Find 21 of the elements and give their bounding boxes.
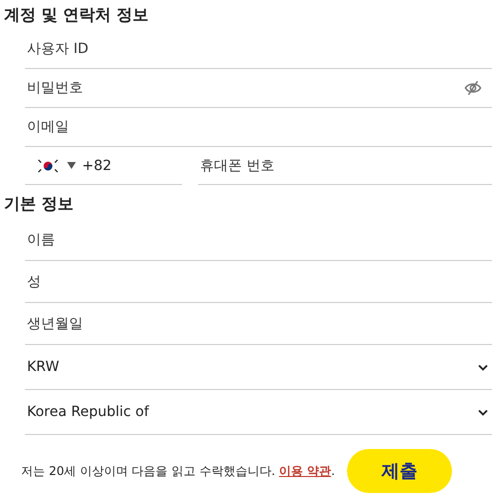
select-field[interactable]: Korea Republic of bbox=[25, 390, 492, 435]
select-field[interactable]: KRW bbox=[25, 345, 492, 390]
section-heading: 계정 및 연락처 정보 bbox=[4, 4, 150, 26]
flag-icon bbox=[35, 156, 61, 174]
section-heading: 기본 정보 bbox=[4, 193, 75, 215]
input-field[interactable]: 이메일 bbox=[25, 112, 492, 142]
terms-link[interactable]: 이용 약관 bbox=[278, 464, 332, 478]
country-code: +82 bbox=[82, 158, 112, 174]
chevron-icon bbox=[478, 408, 488, 416]
submit-button[interactable]: 제출 bbox=[347, 449, 452, 493]
caret-icon bbox=[67, 162, 76, 169]
eye-off-icon[interactable] bbox=[462, 79, 484, 97]
input-field[interactable]: 사용자 ID bbox=[25, 34, 492, 64]
input-field[interactable]: 생년월일 bbox=[25, 308, 492, 338]
country-code-picker[interactable]: +82 bbox=[25, 147, 182, 185]
phone-field[interactable]: 휴대폰 번호 bbox=[198, 147, 492, 185]
input-field[interactable]: 성 bbox=[25, 266, 492, 296]
chevron-icon bbox=[478, 364, 488, 370]
agreement-text: 저는 20세 이상이며 다음을 읽고 수락했습니다. 이용 약관. bbox=[21, 462, 335, 480]
password-field[interactable]: 비밀번호 bbox=[25, 73, 462, 103]
input-field[interactable]: 이름 bbox=[25, 224, 492, 254]
